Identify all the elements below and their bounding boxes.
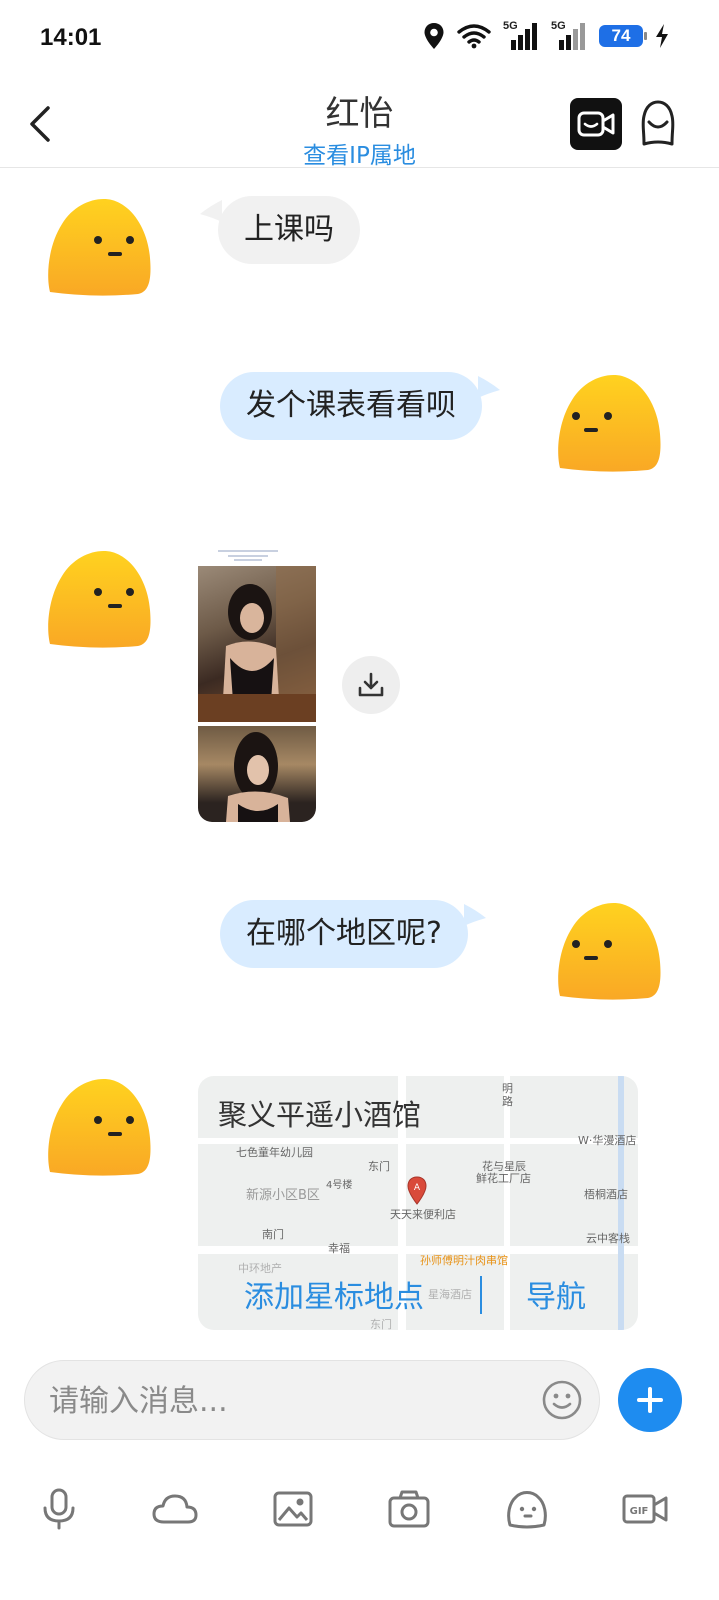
message-bubble-incoming[interactable]: 上课吗 (200, 196, 360, 264)
profile-icon (641, 100, 675, 146)
contact-avatar[interactable] (44, 548, 152, 648)
my-avatar[interactable] (554, 900, 662, 1000)
input-toolbar: GIF (0, 1484, 719, 1544)
navigate-button[interactable]: 导航 (526, 1272, 586, 1316)
map-label: 天天来便利店 (390, 1208, 456, 1221)
location-actions: 添加星标地点 导航 (198, 1272, 638, 1320)
map-label: 明路 (502, 1082, 513, 1108)
location-name: 聚义平遥小酒馆 (218, 1098, 422, 1132)
signal-icon: 5G (551, 20, 587, 50)
message-text: 在哪个地区呢? (246, 916, 442, 951)
map-label: 新源小区B区 (246, 1188, 320, 1203)
camera-button[interactable] (384, 1484, 434, 1534)
download-icon (358, 672, 384, 697)
map-label: W·华漫酒店 (578, 1134, 637, 1147)
map-label: 云中客栈 (586, 1232, 630, 1245)
action-divider (480, 1276, 482, 1314)
map-label: 七色童年幼儿园 (236, 1146, 313, 1159)
photo-preview (198, 726, 316, 822)
message-input[interactable] (49, 1377, 529, 1425)
add-star-location-button[interactable]: 添加星标地点 (244, 1272, 424, 1316)
photo-preview (198, 566, 316, 722)
contact-avatar[interactable] (44, 196, 152, 296)
status-bar: 14:01 5G 5G 74 (0, 0, 719, 80)
message-bubble-outgoing[interactable]: 发个课表看看呗 (220, 372, 500, 440)
emoji-button[interactable] (541, 1379, 583, 1421)
plus-icon (637, 1387, 663, 1413)
voice-button[interactable] (34, 1484, 84, 1534)
cloud-icon (152, 1494, 198, 1524)
image-header-strip (218, 550, 278, 561)
location-message[interactable]: 聚义平遥小酒馆 七色童年幼儿园 东门 新源小区B区 4号楼 南门 幸福 天天来便… (198, 1076, 638, 1330)
sticker-icon (507, 1491, 547, 1529)
gallery-button[interactable] (268, 1484, 318, 1534)
status-time: 14:01 (40, 24, 102, 51)
network-type: 5G (551, 20, 566, 32)
map-label: 东门 (368, 1160, 390, 1173)
message-bubble-outgoing[interactable]: 在哪个地区呢? (220, 900, 486, 968)
map-pin-label: A (414, 1183, 421, 1193)
image-message[interactable] (198, 546, 316, 822)
more-options-button[interactable] (618, 1368, 682, 1432)
map-label: 梧桐酒店 (584, 1188, 628, 1201)
download-button[interactable] (342, 656, 400, 714)
my-avatar[interactable] (554, 372, 662, 472)
chat-header: 红怡 查看IP属地 (0, 80, 719, 169)
message-input-box (24, 1360, 600, 1440)
map-label: 孙师傅明汁肉串馆 (420, 1254, 508, 1267)
gif-icon: GIF (622, 1494, 668, 1524)
map-label: 4号楼 (326, 1180, 353, 1191)
message-text: 上课吗 (244, 212, 334, 247)
video-call-button[interactable] (570, 98, 622, 150)
battery-icon: 74 (599, 25, 647, 47)
map-label: 鲜花工厂店 (476, 1172, 531, 1185)
svg-text:GIF: GIF (630, 1506, 649, 1517)
cloud-button[interactable] (150, 1484, 200, 1534)
message-text: 发个课表看看呗 (246, 388, 456, 423)
wifi-icon (457, 24, 491, 49)
location-icon (424, 23, 444, 49)
map-label: 幸福 (328, 1242, 350, 1255)
image-icon (273, 1491, 313, 1527)
profile-button[interactable] (638, 100, 678, 148)
charging-icon (656, 24, 668, 48)
sticker-button[interactable] (502, 1484, 552, 1534)
network-type: 5G (503, 20, 518, 32)
map-road (198, 1246, 638, 1254)
map-pin-icon: A (407, 1176, 427, 1205)
signal-icon: 5G (503, 20, 539, 50)
emoji-icon (542, 1380, 582, 1420)
map-label: 南门 (262, 1228, 284, 1241)
camera-icon (388, 1490, 430, 1528)
gif-button[interactable]: GIF (620, 1484, 670, 1534)
video-call-icon (577, 111, 615, 137)
microphone-icon (43, 1488, 75, 1530)
contact-avatar[interactable] (44, 1076, 152, 1176)
status-icons: 5G 5G 74 (423, 20, 669, 50)
